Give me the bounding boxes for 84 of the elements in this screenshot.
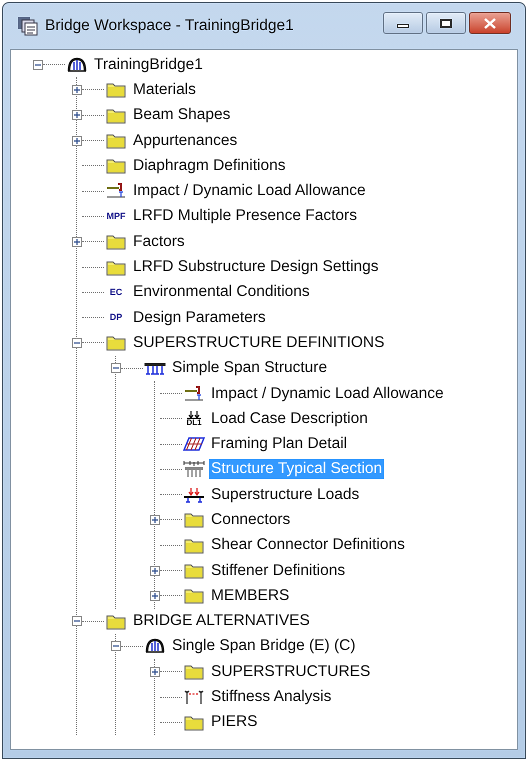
impact-load-icon [184,384,204,402]
tree-item[interactable]: LRFD Multiple Presence Factors [131,206,359,226]
tree-item[interactable]: TrainingBridge1 [92,54,205,75]
folder-icon [106,612,126,630]
girder-structure-icon [144,360,166,376]
arch-bridge-icon [145,638,165,654]
folder-icon [106,157,126,174]
folder-icon [184,511,204,528]
plus-icon [74,112,80,118]
collapse-toggle[interactable] [111,641,121,652]
impact-load-icon [106,182,126,200]
maximize-button[interactable] [426,12,466,34]
framing-plan-icon [183,436,205,452]
expand-toggle[interactable] [150,514,160,525]
expand-toggle[interactable] [150,566,160,576]
plus-icon [152,568,158,574]
tree-item[interactable]: SUPERSTRUCTURE DEFINITIONS [131,332,386,353]
plus-icon [152,668,158,675]
tree-item[interactable]: Load Case Description [209,408,370,429]
plus-icon [74,138,80,144]
window-title: Bridge Workspace - TrainingBridge1 [45,16,294,36]
tree-item[interactable]: Stiffener Definitions [209,560,348,581]
typical-section-icon [183,460,205,478]
folder-icon [184,663,204,680]
tree-item[interactable]: Stiffness Analysis [209,687,334,708]
tree-item[interactable]: Design Parameters [131,308,268,328]
tree-item[interactable]: BRIDGE ALTERNATIVES [131,611,312,632]
arch-bridge-icon [67,56,87,73]
tree-item[interactable]: Simple Span Structure [170,358,330,378]
folder-icon [184,714,204,731]
plus-icon [74,238,80,245]
app-icon [17,15,39,37]
tree-item[interactable]: SUPERSTRUCTURES [209,662,372,682]
minus-icon [74,340,80,346]
tree-item[interactable]: Impact / Dynamic Load Allowance [209,384,446,404]
tree-item[interactable]: Diaphragm Definitions [131,156,288,176]
superstructure-loads-icon [183,486,205,503]
tree-item[interactable]: Impact / Dynamic Load Allowance [131,181,368,202]
tree-item[interactable]: MEMBERS [209,586,292,606]
expand-toggle[interactable] [72,236,82,247]
expand-toggle[interactable] [72,136,82,146]
tree-item[interactable]: Connectors [209,510,292,530]
plus-icon [152,516,158,523]
expand-toggle[interactable] [72,110,82,120]
expand-toggle[interactable] [72,84,82,95]
close-icon [484,18,496,28]
badge-icon: MPF [105,212,127,221]
collapse-toggle[interactable] [72,616,82,626]
minus-icon [35,62,41,68]
badge-icon: DP [105,313,127,322]
minimize-button[interactable] [383,12,423,34]
tree-item[interactable]: Framing Plan Detail [209,434,350,454]
tree-item[interactable]: Shear Connector Definitions [209,535,407,556]
plus-icon [152,592,158,599]
folder-icon [106,81,126,98]
folder-icon [106,258,126,276]
tree-item[interactable]: Factors [131,232,187,252]
tree-item[interactable]: LRFD Substructure Design Settings [131,257,381,278]
minus-icon [74,618,80,624]
plus-icon [74,86,80,93]
collapse-toggle[interactable] [72,338,82,348]
tree-item[interactable]: Single Span Bridge (E) (C) [170,636,358,656]
expand-toggle[interactable] [150,666,160,677]
folder-icon [106,233,126,250]
folder-icon [106,106,126,124]
tree-item[interactable]: Materials [131,80,198,100]
stiffness-analysis-icon [183,689,205,706]
badge-icon: EC [105,288,127,297]
tree-item[interactable]: Beam Shapes [131,105,232,126]
folder-icon [184,536,204,554]
folder-icon [106,132,126,150]
folder-icon [184,587,204,604]
folder-icon [106,334,126,352]
tree-item[interactable]: Environmental Conditions [131,282,312,302]
tree-item[interactable]: PIERS [209,712,260,732]
collapse-toggle[interactable] [33,60,43,70]
folder-icon [184,562,204,580]
close-button[interactable] [469,12,511,34]
minus-icon [113,365,119,372]
tree-item[interactable]: Superstructure Loads [209,484,362,505]
expand-toggle[interactable] [150,590,160,601]
collapse-toggle[interactable] [111,363,121,374]
tree-item[interactable]: Appurtenances [131,130,240,151]
minus-icon [113,643,119,650]
